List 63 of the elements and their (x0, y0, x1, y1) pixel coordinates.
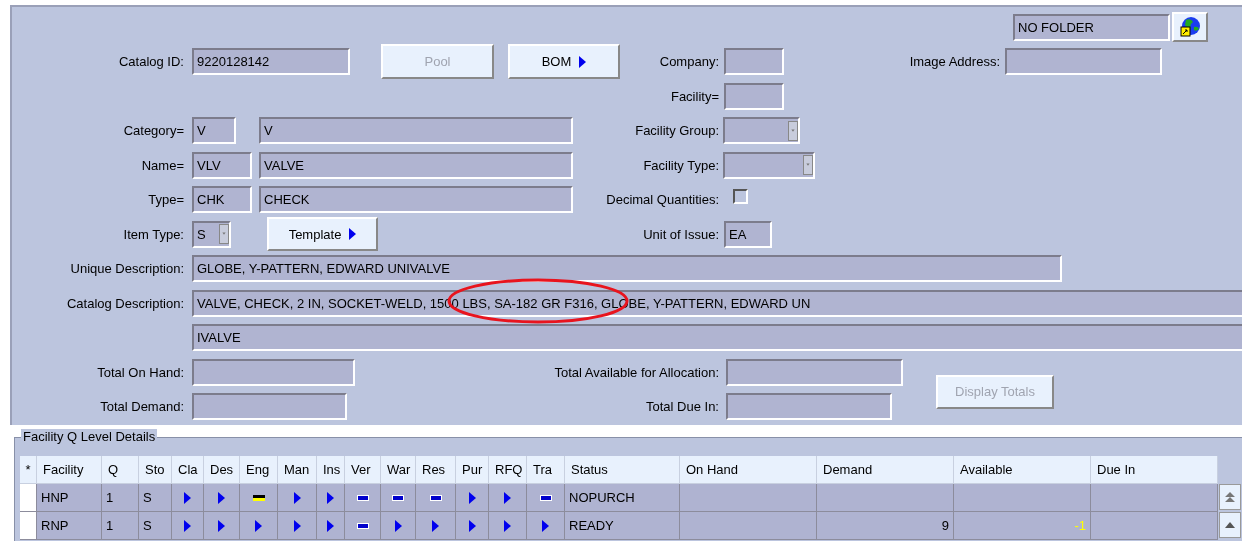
column-header[interactable]: Pur (456, 456, 489, 484)
column-header[interactable]: RFQ (489, 456, 527, 484)
table-cell: 1 (102, 484, 139, 512)
input-field[interactable]: 9220128142 (192, 48, 350, 76)
button[interactable]: BOM (508, 44, 620, 80)
field-label: Decimal Quantities: (606, 192, 719, 207)
table-cell: READY (565, 512, 680, 540)
field-label: Image Address: (909, 54, 1000, 69)
field-label: Catalog Description: (66, 295, 184, 311)
table-cell: HNP (37, 484, 102, 512)
input-field[interactable]: V (192, 117, 236, 145)
input-field[interactable]: V (259, 117, 573, 145)
column-header[interactable]: Des (204, 456, 240, 484)
column-header[interactable]: Sto (139, 456, 172, 484)
column-header[interactable]: Due In (1091, 456, 1218, 484)
field-label: Unit of Issue: (643, 226, 719, 242)
field-label: Category= (123, 123, 184, 138)
table-cell: RNP (37, 512, 102, 540)
field-label: Total Available for Allocation: (554, 364, 719, 380)
field-label: Total Due In: (646, 399, 719, 414)
field-label: Company: (659, 54, 719, 69)
dropdown[interactable]: S (192, 220, 231, 248)
column-header[interactable]: War (381, 456, 416, 484)
column-header[interactable]: On Hand (680, 456, 817, 484)
input-field[interactable]: CHK (192, 186, 252, 214)
column-header[interactable]: Demand (817, 456, 954, 484)
field-label: Facility Group: (635, 123, 719, 138)
input-field[interactable]: CHECK (259, 186, 573, 214)
table-cell: NOPURCH (565, 484, 680, 512)
button[interactable]: Template (267, 217, 378, 252)
field-label: Type= (148, 192, 184, 207)
input-field[interactable]: NO FOLDER (1013, 13, 1170, 41)
group-title: Facility Q Level Details (21, 429, 158, 445)
input-field[interactable]: IVALVE (192, 324, 1242, 352)
field-label: Facility= (670, 88, 719, 104)
input-field[interactable]: VLV (192, 151, 252, 179)
table-cell: S (139, 512, 172, 540)
column-header[interactable]: Available (954, 456, 1091, 484)
column-header[interactable]: Q (102, 456, 139, 484)
column-header[interactable]: Ver (345, 456, 381, 484)
field-label: Total On Hand: (97, 364, 184, 380)
column-header[interactable]: Ins (317, 456, 345, 484)
table-cell: -1 (954, 512, 1091, 540)
field-label: Total Demand: (100, 399, 184, 414)
column-header[interactable]: * (20, 456, 37, 484)
field-label: Facility Type: (643, 157, 719, 173)
field-label: Catalog ID: (118, 54, 184, 69)
input-field[interactable]: EA (724, 220, 772, 248)
input-field[interactable]: GLOBE, Y-PATTERN, EDWARD UNIVALVE (192, 255, 1062, 283)
field-label: Name= (141, 157, 184, 173)
column-header[interactable]: Res (416, 456, 456, 484)
column-header[interactable]: Eng (240, 456, 278, 484)
column-header[interactable]: Cla (172, 456, 204, 484)
field-label: Item Type: (123, 226, 184, 242)
column-header[interactable]: Tra (527, 456, 565, 484)
table-cell: S (139, 484, 172, 512)
table-cell: 1 (102, 512, 139, 540)
input-field[interactable]: VALVE (259, 151, 573, 179)
column-header[interactable]: Facility (37, 456, 102, 484)
field-label: Unique Description: (70, 261, 184, 276)
column-header[interactable]: Man (278, 456, 317, 484)
table-cell: 9 (817, 512, 954, 540)
column-header[interactable]: Status (565, 456, 680, 484)
